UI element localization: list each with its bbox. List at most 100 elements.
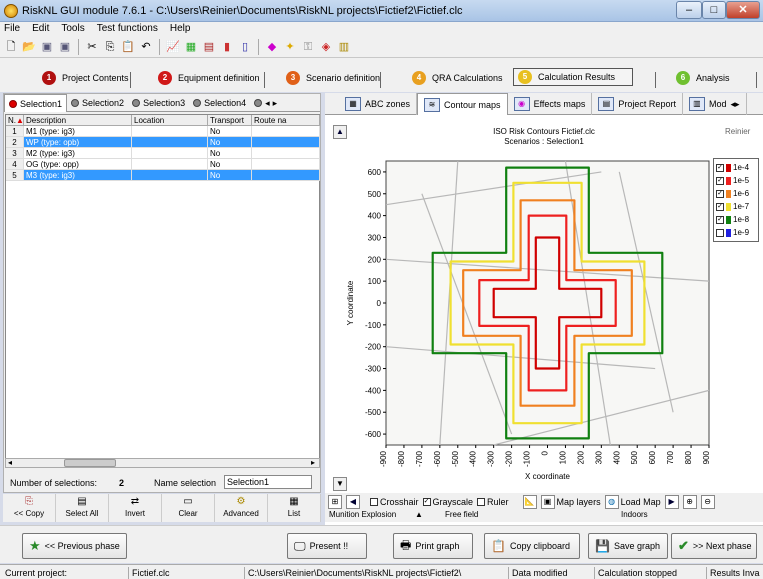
maximize-button[interactable]: □ — [702, 1, 726, 19]
menu-bar: File Edit Tools Test functions Help — [0, 22, 763, 36]
phase-qra-calculations[interactable]: 4 QRA Calculations — [408, 67, 503, 89]
crosshair-checkbox[interactable]: Crosshair — [370, 497, 419, 507]
contour-chart[interactable]: 6005004003002001000-100-200-300-400-500-… — [325, 93, 763, 493]
print-graph-button[interactable]: 🖶 Print graph — [393, 533, 473, 559]
status-munition: Munition Explosion — [329, 510, 397, 519]
ruler-checkbox[interactable]: Ruler — [477, 497, 509, 507]
checkbox-checked-icon[interactable]: ✓ — [716, 202, 724, 211]
phase-equipment-definition[interactable]: 2 Equipment definition — [154, 67, 260, 89]
pan-down-button[interactable]: ▼ — [333, 477, 347, 491]
minimize-button[interactable]: – — [676, 1, 702, 19]
load-map-button[interactable]: ◍ Load Map — [604, 495, 661, 509]
next-phase-button[interactable]: ✔ >> Next phase — [671, 533, 757, 559]
table-row[interactable]: 2 WP (type: opb) No — [6, 137, 320, 148]
scroll-thumb[interactable] — [64, 459, 116, 467]
legend-entry[interactable]: ✓ 1e-8 — [716, 215, 749, 224]
tab-selection4[interactable]: Selection4 — [189, 94, 250, 112]
col-header-n[interactable]: N.▲ — [6, 115, 24, 126]
copy-button[interactable]: ⎘ << Copy — [3, 494, 56, 522]
tab-selection3[interactable]: Selection3 — [128, 94, 189, 112]
table-row[interactable]: 3 M2 (type: ig3) No — [6, 148, 320, 159]
menu-edit[interactable]: Edit — [32, 22, 49, 36]
map-icon[interactable]: ▦ — [183, 39, 199, 55]
list-button[interactable]: ▦ List — [268, 494, 321, 522]
copy-clipboard-button[interactable]: 📋 Copy clipboard — [484, 533, 580, 559]
checkbox-icon[interactable] — [716, 228, 724, 237]
tab-scroll-left-icon[interactable]: ◂ — [265, 98, 270, 109]
copy-icon[interactable]: ⎘ — [102, 39, 118, 55]
invert-button[interactable]: ⇄ Invert — [109, 494, 162, 522]
table-row[interactable]: 1 M1 (type: ig3) No — [6, 126, 320, 137]
clear-button[interactable]: ▭ Clear — [162, 494, 215, 522]
zoom-extent-icon[interactable]: ⊞ — [328, 495, 342, 509]
key-icon[interactable]: ⚿ — [300, 39, 316, 55]
ruler-icon[interactable]: 📐 — [522, 495, 537, 509]
table-row[interactable]: 5 M3 (type: ig3) No — [6, 170, 320, 181]
checkbox-checked-icon[interactable]: ✓ — [716, 163, 724, 172]
table-horizontal-scrollbar[interactable]: ◂ ▸ — [5, 458, 320, 468]
checkbox-checked-icon[interactable]: ✓ — [716, 189, 724, 198]
previous-phase-button[interactable]: ★ << Previous phase — [22, 533, 127, 559]
map-layers-button[interactable]: ▣ Map layers — [540, 495, 601, 509]
select-all-button[interactable]: ▤ Select All — [56, 494, 109, 522]
tag-icon[interactable]: ◈ — [318, 39, 334, 55]
legend-entry[interactable]: ✓ 1e-7 — [716, 202, 749, 211]
tab-selection2[interactable]: Selection2 — [67, 94, 128, 112]
save-graph-button[interactable]: 💾 Save graph — [588, 533, 668, 559]
save-all-icon[interactable]: ▣ — [57, 39, 73, 55]
paste-icon[interactable]: 📋 — [120, 39, 136, 55]
col-header-description[interactable]: Description — [24, 115, 132, 126]
present-button[interactable]: 🖵 Present !! — [287, 533, 367, 559]
cut-icon[interactable]: ✂ — [84, 39, 100, 55]
undo-icon[interactable]: ↶ — [138, 39, 154, 55]
menu-tools[interactable]: Tools — [61, 22, 84, 36]
zoom-in-icon[interactable]: ⊕ — [682, 495, 697, 509]
zoom-out-icon[interactable]: ⊖ — [700, 495, 715, 509]
menu-file[interactable]: File — [4, 22, 20, 36]
chart-icon[interactable]: 📈 — [165, 39, 181, 55]
save-icon[interactable]: ▣ — [39, 39, 55, 55]
select-all-icon: ▤ — [77, 496, 87, 507]
pan-right-icon[interactable]: ▶ — [664, 495, 679, 509]
name-selection-input[interactable]: Selection1 — [224, 475, 312, 489]
menu-help[interactable]: Help — [170, 22, 191, 36]
open-icon[interactable]: 📂 — [21, 39, 37, 55]
advanced-button[interactable]: ⚙ Advanced — [215, 494, 268, 522]
checkbox-checked-icon[interactable]: ✓ — [716, 176, 724, 185]
stats-icon[interactable]: ▯ — [237, 39, 253, 55]
eraser-icon[interactable]: ◆ — [264, 39, 280, 55]
legend-entry[interactable]: 1e-9 — [716, 228, 749, 237]
col-header-transport[interactable]: Transport — [208, 115, 252, 126]
bar-chart-icon[interactable]: ▮ — [219, 39, 235, 55]
y-tick-label: -500 — [365, 408, 382, 417]
phase-scenario-definition[interactable]: 3 Scenario definition — [282, 67, 380, 89]
phase-project-contents[interactable]: 1 Project Contents — [38, 67, 129, 89]
legend-entry[interactable]: ✓ 1e-6 — [716, 189, 749, 198]
button-label: >> Next phase — [692, 541, 752, 551]
menu-test-functions[interactable]: Test functions — [97, 22, 158, 36]
grayscale-checkbox[interactable]: ✓ Grayscale — [422, 497, 473, 507]
phase-calculation-results[interactable]: 5 Calculation Results — [513, 68, 633, 86]
pan-left-icon[interactable]: ◀ — [346, 495, 360, 509]
book-icon[interactable]: ▥ — [336, 39, 352, 55]
grid-icon[interactable]: ▤ — [201, 39, 217, 55]
tab-selection1[interactable]: Selection1 — [4, 94, 68, 112]
tab-scroll-right-icon[interactable]: ▸ — [273, 98, 278, 109]
phase-analysis[interactable]: 6 Analysis — [672, 67, 730, 89]
scroll-left-icon[interactable]: ◂ — [8, 458, 12, 467]
floppy-icon: 💾 — [595, 539, 610, 553]
legend-entry[interactable]: ✓ 1e-5 — [716, 176, 749, 185]
col-header-route[interactable]: Route na — [252, 115, 320, 126]
phase-number-icon: 2 — [158, 71, 172, 85]
y-tick-label: 500 — [368, 190, 382, 199]
selection-panel: Selection1 Selection2 Selection3 Selecti… — [3, 93, 321, 493]
tab-scroll[interactable]: ◂ ▸ — [250, 94, 281, 112]
legend-entry[interactable]: ✓ 1e-4 — [716, 163, 749, 172]
wizard-icon[interactable]: ✦ — [282, 39, 298, 55]
table-row[interactable]: 4 OG (type: opp) No — [6, 159, 320, 170]
col-header-location[interactable]: Location — [132, 115, 208, 126]
new-icon[interactable]: 🗋 — [3, 39, 19, 55]
scroll-right-icon[interactable]: ▸ — [311, 458, 315, 467]
close-button[interactable]: ✕ — [726, 1, 760, 19]
checkbox-checked-icon[interactable]: ✓ — [716, 215, 724, 224]
